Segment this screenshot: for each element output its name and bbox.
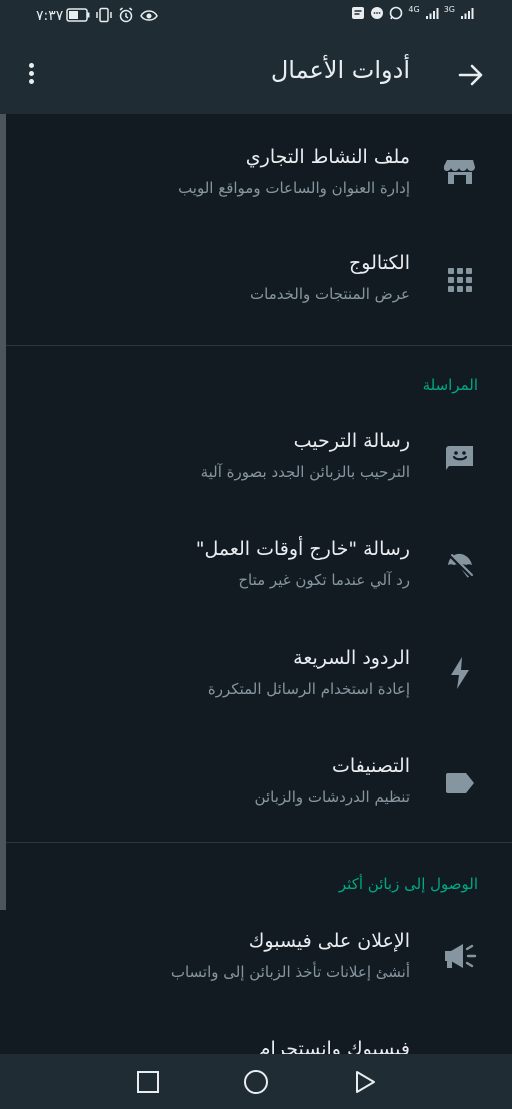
item-subtitle: الترحيب بالزبائن الجدد بصورة آلية bbox=[200, 463, 410, 481]
item-title: رسالة الترحيب bbox=[293, 430, 410, 452]
umbrella-off-icon bbox=[442, 548, 478, 584]
page-title: أدوات الأعمال bbox=[270, 56, 410, 84]
back-nav-button[interactable] bbox=[350, 1068, 378, 1096]
eye-comfort-icon bbox=[140, 10, 158, 21]
list-item-greeting-message[interactable]: رسالة الترحيب الترحيب بالزبائن الجدد بصو… bbox=[0, 414, 512, 514]
back-button[interactable] bbox=[456, 60, 486, 90]
settings-list[interactable]: ملف النشاط التجاري إدارة العنوان والساعا… bbox=[0, 114, 512, 1054]
square-icon bbox=[137, 1071, 159, 1093]
list-item-catalog[interactable]: الكتالوج عرض المنتجات والخدمات bbox=[0, 236, 512, 336]
welcome-message-icon bbox=[442, 440, 478, 476]
label-icon bbox=[442, 765, 478, 801]
list-item-labels[interactable]: التصنيفات تنظيم الدردشات والزبائن bbox=[0, 739, 512, 839]
item-title: الردود السريعة bbox=[293, 647, 410, 669]
lightning-icon bbox=[442, 655, 478, 691]
messenger-icon bbox=[371, 7, 384, 19]
section-header-messaging: المراسلة bbox=[422, 376, 478, 394]
arrow-back-icon bbox=[458, 64, 483, 86]
alarm-icon bbox=[119, 7, 133, 23]
list-item-facebook-instagram[interactable]: فيسبوك وانستجرام bbox=[0, 1022, 512, 1054]
item-subtitle: تنظيم الدردشات والزبائن bbox=[254, 788, 410, 806]
section-header-reach: الوصول إلى زبائن أكثر bbox=[338, 875, 478, 893]
list-item-business-profile[interactable]: ملف النشاط التجاري إدارة العنوان والساعا… bbox=[0, 130, 512, 230]
store-icon bbox=[442, 154, 478, 190]
battery-icon bbox=[66, 8, 90, 22]
signal-icon bbox=[425, 8, 439, 19]
app-bar: أدوات الأعمال bbox=[0, 34, 512, 114]
network-4g-label: 4G bbox=[408, 4, 420, 14]
notification-icon bbox=[352, 7, 365, 19]
recents-button[interactable] bbox=[134, 1068, 162, 1096]
grid-icon bbox=[442, 262, 478, 298]
item-subtitle: رد آلي عندما تكون غير متاح bbox=[238, 571, 410, 589]
item-subtitle: عرض المنتجات والخدمات bbox=[250, 285, 410, 303]
item-title: الكتالوج bbox=[349, 252, 410, 274]
divider bbox=[6, 345, 512, 346]
status-bar: ٧:٣٧ 4G 3G bbox=[0, 0, 512, 34]
item-title: التصنيفات bbox=[331, 755, 410, 777]
megaphone-icon bbox=[442, 938, 478, 974]
menu-dot-icon bbox=[28, 63, 34, 68]
divider bbox=[6, 842, 512, 843]
item-title: الإعلان على فيسبوك bbox=[248, 930, 410, 952]
signal-icon-2 bbox=[461, 8, 474, 19]
home-button[interactable] bbox=[242, 1068, 270, 1096]
list-item-quick-replies[interactable]: الردود السريعة إعادة استخدام الرسائل الم… bbox=[0, 631, 512, 731]
overflow-menu-button[interactable] bbox=[20, 60, 42, 90]
circle-icon bbox=[244, 1070, 268, 1094]
item-title: رسالة "خارج أوقات العمل" bbox=[195, 538, 410, 560]
status-left-icons bbox=[66, 7, 158, 23]
vibrate-icon bbox=[96, 7, 112, 23]
list-item-away-message[interactable]: رسالة "خارج أوقات العمل" رد آلي عندما تك… bbox=[0, 522, 512, 622]
menu-dot-icon bbox=[28, 71, 34, 76]
list-item-facebook-ads[interactable]: الإعلان على فيسبوك أنشئ إعلانات تأخذ الز… bbox=[0, 914, 512, 1014]
item-title: ملف النشاط التجاري bbox=[245, 146, 410, 168]
menu-dot-icon bbox=[28, 79, 34, 84]
item-subtitle: أنشئ إعلانات تأخذ الزبائن إلى واتساب bbox=[170, 963, 410, 981]
whatsapp-icon bbox=[390, 6, 403, 20]
item-subtitle: إدارة العنوان والساعات ومواقع الويب bbox=[178, 179, 410, 197]
item-title: فيسبوك وانستجرام bbox=[258, 1038, 410, 1054]
status-right-icons: 4G 3G bbox=[351, 4, 474, 20]
status-time: ٧:٣٧ bbox=[36, 8, 64, 24]
network-3g-label: 3G bbox=[443, 4, 455, 14]
item-subtitle: إعادة استخدام الرسائل المتكررة bbox=[207, 680, 410, 698]
system-nav-bar bbox=[0, 1054, 512, 1109]
triangle-back-icon bbox=[356, 1071, 375, 1093]
